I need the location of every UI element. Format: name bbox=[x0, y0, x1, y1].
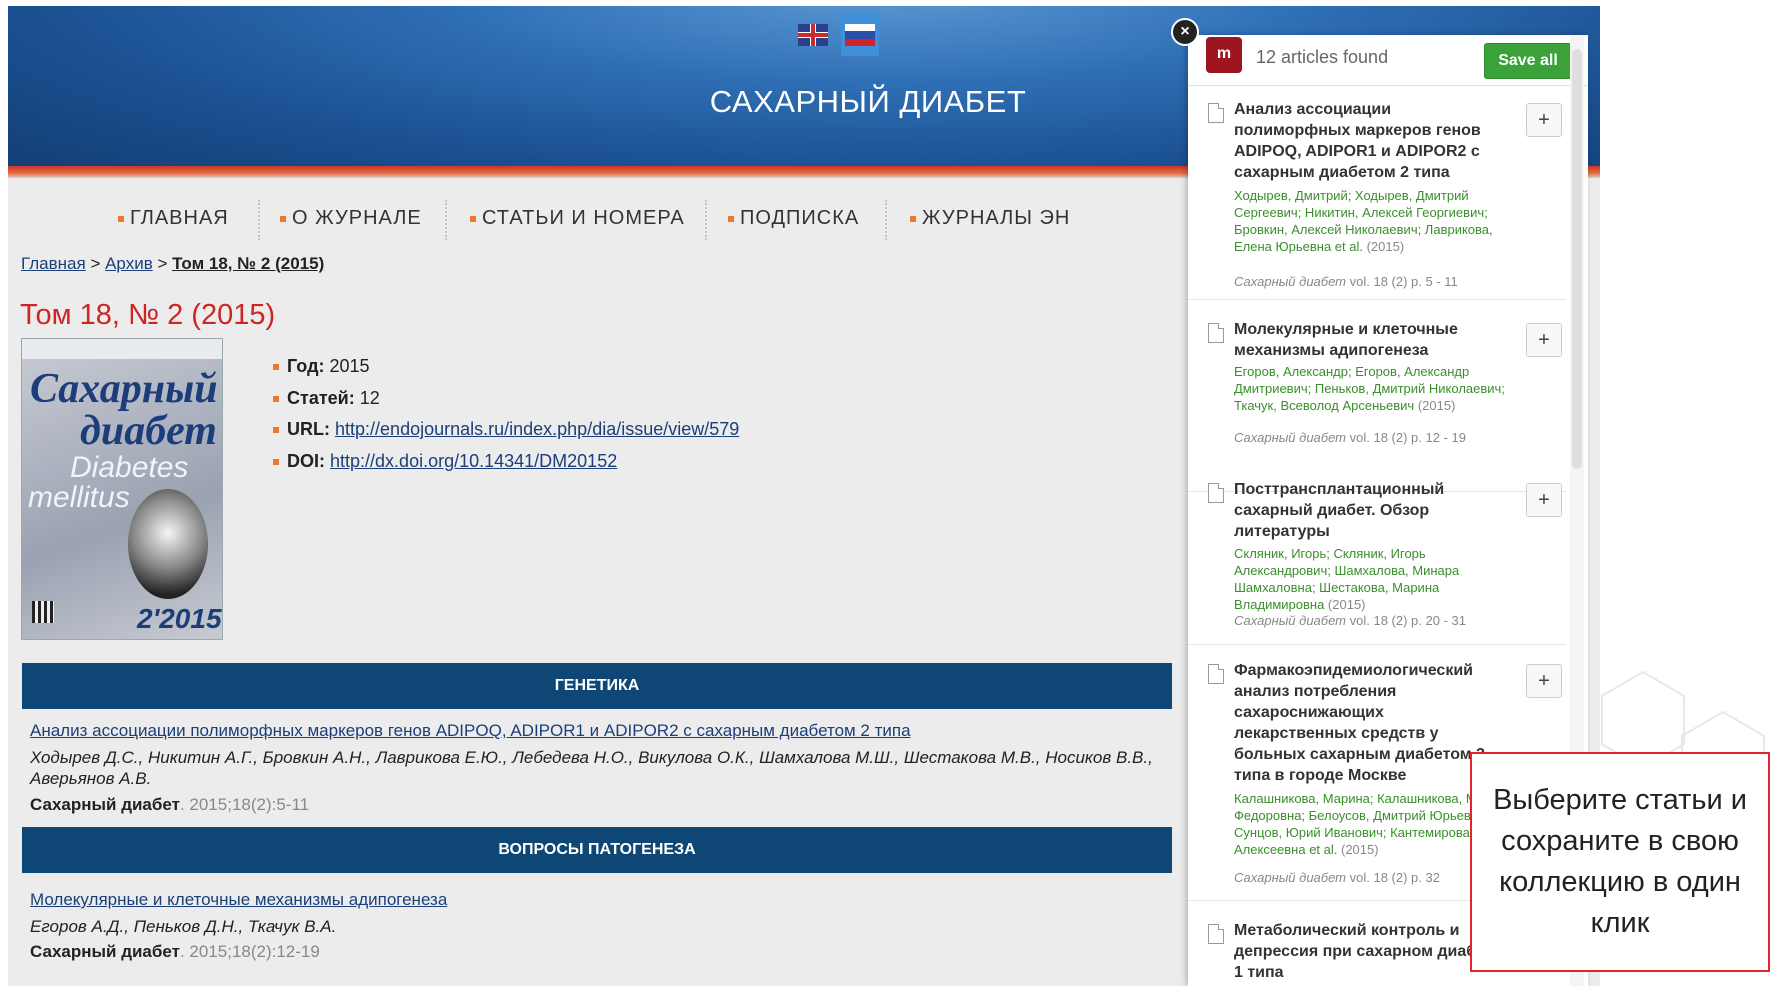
breadcrumb-home-link[interactable]: Главная bbox=[21, 254, 86, 273]
nav-item-home[interactable]: ГЛАВНАЯ bbox=[118, 207, 229, 230]
journal-cover-image: Сахарный диабет Diabetes mellitus 2'2015 bbox=[21, 338, 223, 640]
document-icon bbox=[1208, 664, 1224, 684]
item-title: Метаболический контроль и депрессия при … bbox=[1234, 922, 1502, 981]
add-article-button[interactable]: + bbox=[1526, 103, 1562, 137]
mendeley-logo-icon: m bbox=[1206, 37, 1242, 73]
save-all-button[interactable]: Save all bbox=[1484, 43, 1572, 79]
issue-meta: Год: 2015 Статей: 12 URL: http://endojou… bbox=[273, 351, 739, 477]
item-source: Сахарный диабет vol. 18 (2) p. 32 bbox=[1234, 870, 1440, 885]
item-authors: Скляник, Игорь; Скляник, Игорь Александр… bbox=[1234, 546, 1460, 612]
document-icon bbox=[1208, 323, 1224, 343]
article-list-item[interactable]: Анализ ассоциации полиморфных маркеров г… bbox=[1188, 99, 1566, 300]
meta-count: Статей: 12 bbox=[273, 383, 739, 415]
qr-code-icon bbox=[32, 601, 54, 623]
item-source: Сахарный диабет vol. 18 (2) p. 12 - 19 bbox=[1234, 430, 1466, 445]
issue-title: Том 18, № 2 (2015) bbox=[20, 299, 276, 331]
instruction-callout: Выберите статьи и сохраните в свою колле… bbox=[1470, 752, 1770, 972]
article-list-item[interactable]: Посттрансплантационный сахарный диабет. … bbox=[1188, 479, 1566, 645]
meta-doi: DOI: http://dx.doi.org/10.14341/DM20152 bbox=[273, 446, 739, 478]
document-icon bbox=[1208, 483, 1224, 503]
nav-item-subscription[interactable]: ПОДПИСКА bbox=[728, 207, 859, 230]
issue-url-link[interactable]: http://endojournals.ru/index.php/dia/iss… bbox=[335, 419, 739, 439]
close-panel-button[interactable]: × bbox=[1171, 18, 1199, 46]
item-authors: Ходырев, Дмитрий; Ходырев, Дмитрий Серге… bbox=[1234, 188, 1493, 254]
meta-url: URL: http://endojournals.ru/index.php/di… bbox=[273, 414, 739, 446]
item-title: Посттрансплантационный сахарный диабет. … bbox=[1234, 481, 1445, 540]
english-flag-icon[interactable] bbox=[794, 14, 832, 56]
item-source: Сахарный диабет vol. 18 (2) p. 20 - 31 bbox=[1234, 613, 1466, 628]
document-icon bbox=[1208, 103, 1224, 123]
article-title-link[interactable]: Анализ ассоциации полиморфных маркеров г… bbox=[30, 721, 911, 741]
breadcrumb-archive-link[interactable]: Архив bbox=[105, 254, 153, 273]
breadcrumb: Главная > Архив > Том 18, № 2 (2015) bbox=[21, 254, 325, 273]
add-article-button[interactable]: + bbox=[1526, 323, 1562, 357]
article-list-item[interactable]: Молекулярные и клеточные механизмы адипо… bbox=[1188, 319, 1566, 492]
item-authors: Егоров, Александр; Егоров, Александр Дми… bbox=[1234, 364, 1505, 413]
item-title: Фармакоэпидемиологический анализ потребл… bbox=[1234, 662, 1485, 784]
article-title-link[interactable]: Молекулярные и клеточные механизмы адипо… bbox=[30, 890, 447, 910]
breadcrumb-current[interactable]: Том 18, № 2 (2015) bbox=[172, 254, 324, 273]
panel-scroll-thumb[interactable] bbox=[1572, 49, 1582, 469]
nav-item-about[interactable]: О ЖУРНАЛЕ bbox=[280, 207, 422, 230]
site-title: САХАРНЫЙ ДИАБЕТ bbox=[709, 84, 1027, 119]
russian-flag-icon[interactable] bbox=[841, 14, 879, 56]
article-source: Сахарный диабет. 2015;18(2):5-11 bbox=[30, 795, 310, 814]
articles-found-count: 12 articles found bbox=[1256, 47, 1389, 67]
item-title: Анализ ассоциации полиморфных маркеров г… bbox=[1234, 101, 1481, 181]
item-source: Сахарный диабет vol. 18 (2) p. 5 - 11 bbox=[1234, 274, 1458, 289]
add-article-button[interactable]: + bbox=[1526, 483, 1562, 517]
section-heading-genetics: ГЕНЕТИКА bbox=[22, 663, 1172, 709]
nav-item-articles[interactable]: СТАТЬИ И НОМЕРА bbox=[470, 207, 685, 230]
article-source: Сахарный диабет. 2015;18(2):12-19 bbox=[30, 942, 320, 961]
article-authors: Ходырев Д.С., Никитин А.Г., Бровкин А.Н.… bbox=[30, 748, 1153, 788]
item-title: Молекулярные и клеточные механизмы адипо… bbox=[1234, 321, 1458, 359]
add-article-button[interactable]: + bbox=[1526, 664, 1562, 698]
issue-doi-link[interactable]: http://dx.doi.org/10.14341/DM20152 bbox=[330, 451, 617, 471]
nav-item-journals[interactable]: ЖУРНАЛЫ ЭН bbox=[910, 207, 1070, 230]
document-icon bbox=[1208, 924, 1224, 944]
meta-year: Год: 2015 bbox=[273, 351, 739, 383]
article-authors: Егоров А.Д., Пеньков Д.Н., Ткачук В.А. bbox=[30, 917, 337, 936]
panel-header: m 12 articles found Save all bbox=[1188, 35, 1588, 86]
section-heading-pathogenesis: ВОПРОСЫ ПАТОГЕНЕЗА bbox=[22, 827, 1172, 873]
